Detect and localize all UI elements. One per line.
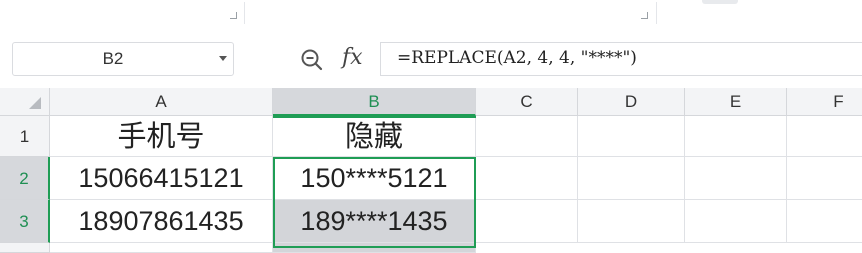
row-header-2[interactable]: 2	[0, 157, 50, 200]
select-all-icon	[29, 97, 41, 109]
row-header-4[interactable]	[0, 243, 50, 253]
spreadsheet-grid: A B C D E F 1 2 3 手机号 隐藏 15066415121 150…	[0, 88, 862, 253]
dialog-launcher-icon[interactable]	[641, 12, 648, 19]
ribbon-strip	[0, 0, 862, 27]
cell-a2[interactable]: 15066415121	[50, 157, 273, 200]
cell-f2[interactable]	[787, 157, 862, 200]
formula-input[interactable]: =REPLACE(A2, 4, 4, "****")	[380, 42, 862, 76]
cell-c1[interactable]	[476, 116, 578, 157]
selected-column-indicator	[273, 116, 476, 118]
cell-d3[interactable]	[578, 200, 685, 243]
dropdown-arrow-icon[interactable]	[219, 56, 227, 61]
cell-d2[interactable]	[578, 157, 685, 200]
select-all-button[interactable]	[0, 88, 50, 116]
cell-c3[interactable]	[476, 200, 578, 243]
cell-d1[interactable]	[578, 116, 685, 157]
name-box[interactable]: B2	[12, 42, 234, 76]
formula-bar: B2 fx =REPLACE(A2, 4, 4, "****")	[0, 26, 862, 88]
insert-function-button[interactable]: fx	[342, 45, 363, 70]
cell-a4[interactable]	[50, 243, 273, 253]
ribbon-button[interactable]	[702, 0, 738, 4]
cell-f3[interactable]	[787, 200, 862, 243]
column-header-f[interactable]: F	[787, 88, 862, 116]
formula-text: =REPLACE(A2, 4, 4, "****")	[397, 48, 637, 68]
zoom-formula-icon[interactable]	[300, 48, 324, 72]
ribbon-divider	[656, 2, 657, 24]
dialog-launcher-icon[interactable]	[230, 12, 237, 19]
cell-f1[interactable]	[787, 116, 862, 157]
cell-a3[interactable]: 18907861435	[50, 200, 273, 243]
cell-c2[interactable]	[476, 157, 578, 200]
name-box-value: B2	[102, 49, 124, 68]
column-header-c[interactable]: C	[476, 88, 578, 116]
column-header-d[interactable]: D	[578, 88, 685, 116]
row-header-3[interactable]: 3	[0, 200, 50, 243]
cell-b2[interactable]: 150****5121	[273, 157, 476, 200]
ribbon-divider	[244, 2, 245, 24]
column-header-a[interactable]: A	[50, 88, 273, 116]
cell-b4[interactable]	[273, 243, 476, 253]
cell-e2[interactable]	[685, 157, 787, 200]
cell-b1[interactable]: 隐藏	[273, 116, 476, 157]
column-header-e[interactable]: E	[685, 88, 787, 116]
cell-a1[interactable]: 手机号	[50, 116, 273, 157]
row-header-1[interactable]: 1	[0, 116, 50, 157]
cell-b3[interactable]: 189****1435	[273, 200, 476, 243]
cell-e1[interactable]	[685, 116, 787, 157]
column-header-b[interactable]: B	[273, 88, 476, 116]
cell-e3[interactable]	[685, 200, 787, 243]
